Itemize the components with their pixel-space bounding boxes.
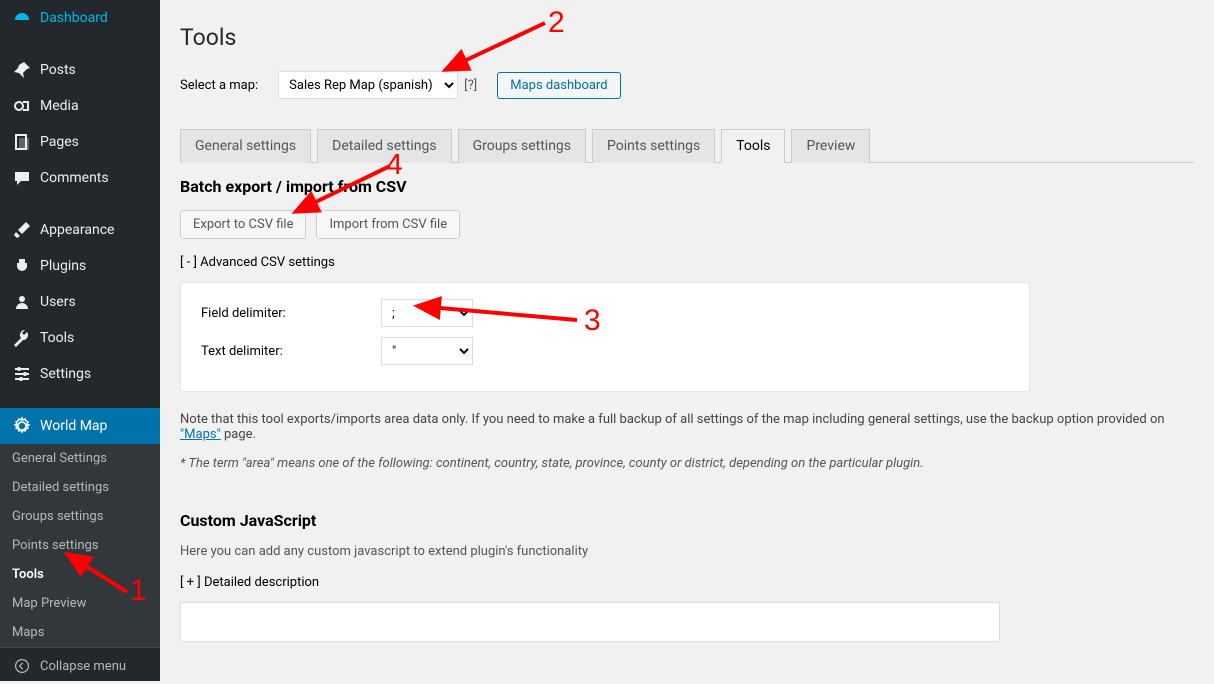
media-icon bbox=[12, 96, 32, 116]
collapse-icon bbox=[12, 656, 32, 676]
tab-tools[interactable]: Tools bbox=[721, 129, 785, 163]
sidebar-sub-groups-settings[interactable]: Groups settings bbox=[0, 502, 160, 531]
collapse-menu[interactable]: Collapse menu bbox=[0, 647, 160, 684]
sidebar-label: Posts bbox=[40, 62, 76, 78]
help-link[interactable]: [?] bbox=[464, 78, 477, 93]
custom-js-desc: Here you can add any custom javascript t… bbox=[180, 544, 1194, 559]
sidebar-label: Comments bbox=[40, 170, 109, 186]
text-delimiter-select[interactable]: " bbox=[381, 337, 473, 365]
sidebar-item-media[interactable]: Media bbox=[0, 88, 160, 124]
gear-icon bbox=[12, 416, 32, 436]
page-title: Tools bbox=[180, 24, 1194, 51]
export-csv-button[interactable]: Export to CSV file bbox=[180, 210, 306, 239]
detailed-description-toggle[interactable]: [ + ] Detailed description bbox=[180, 575, 1194, 590]
sidebar-item-plugins[interactable]: Plugins bbox=[0, 248, 160, 284]
comment-icon bbox=[12, 168, 32, 188]
map-select[interactable]: Sales Rep Map (spanish) bbox=[278, 71, 458, 99]
tab-groups-settings[interactable]: Groups settings bbox=[458, 129, 586, 163]
sidebar-item-settings[interactable]: Settings bbox=[0, 356, 160, 392]
text-delimiter-label: Text delimiter: bbox=[201, 344, 381, 359]
plug-icon bbox=[12, 256, 32, 276]
sidebar-item-tools[interactable]: Tools bbox=[0, 320, 160, 356]
pages-icon bbox=[12, 132, 32, 152]
sidebar-label: World Map bbox=[40, 418, 107, 434]
csv-settings-box: Field delimiter: ; Text delimiter: " bbox=[180, 282, 1030, 392]
field-delimiter-select[interactable]: ; bbox=[381, 299, 473, 327]
collapse-label: Collapse menu bbox=[40, 659, 126, 674]
batch-title: Batch export / import from CSV bbox=[180, 177, 1194, 196]
maps-dashboard-button[interactable]: Maps dashboard bbox=[497, 72, 620, 99]
sidebar-label: Tools bbox=[40, 330, 74, 346]
sidebar-label: Appearance bbox=[40, 222, 114, 238]
field-delimiter-label: Field delimiter: bbox=[201, 306, 381, 321]
dashboard-icon bbox=[12, 8, 32, 28]
export-note: Note that this tool exports/imports area… bbox=[180, 412, 1194, 442]
sliders-icon bbox=[12, 364, 32, 384]
custom-js-title: Custom JavaScript bbox=[180, 511, 1194, 530]
sidebar-sub-maps[interactable]: Maps bbox=[0, 618, 160, 647]
sidebar-sub-general-settings[interactable]: General Settings bbox=[0, 444, 160, 473]
sidebar-label: Pages bbox=[40, 134, 79, 150]
advanced-csv-toggle[interactable]: [ - ] Advanced CSV settings bbox=[180, 255, 1194, 270]
sidebar-label: Media bbox=[40, 98, 79, 114]
sidebar-item-world-map[interactable]: World Map bbox=[0, 408, 160, 444]
tab-general-settings[interactable]: General settings bbox=[180, 129, 311, 163]
custom-js-textarea[interactable] bbox=[180, 602, 1000, 642]
maps-link[interactable]: "Maps" bbox=[180, 427, 221, 442]
pin-icon bbox=[12, 60, 32, 80]
sidebar-sub-map-preview[interactable]: Map Preview bbox=[0, 589, 160, 618]
sidebar-label: Dashboard bbox=[40, 10, 108, 26]
tab-points-settings[interactable]: Points settings bbox=[592, 129, 715, 163]
sidebar-sub-detailed-settings[interactable]: Detailed settings bbox=[0, 473, 160, 502]
sidebar-item-posts[interactable]: Posts bbox=[0, 52, 160, 88]
wrench-icon bbox=[12, 328, 32, 348]
sidebar-label: Users bbox=[40, 294, 76, 310]
select-map-label: Select a map: bbox=[180, 78, 258, 93]
user-icon bbox=[12, 292, 32, 312]
sidebar-sub-tools[interactable]: Tools bbox=[0, 560, 160, 589]
tab-preview[interactable]: Preview bbox=[791, 129, 870, 163]
area-note: * The term "area" means one of the follo… bbox=[180, 456, 1194, 471]
sidebar-item-dashboard[interactable]: Dashboard bbox=[0, 0, 160, 36]
import-csv-button[interactable]: Import from CSV file bbox=[316, 210, 460, 239]
sidebar-item-appearance[interactable]: Appearance bbox=[0, 212, 160, 248]
sidebar-label: Plugins bbox=[40, 258, 86, 274]
tab-detailed-settings[interactable]: Detailed settings bbox=[317, 129, 451, 163]
sidebar-sub-points-settings[interactable]: Points settings bbox=[0, 531, 160, 560]
tabs: General settings Detailed settings Group… bbox=[180, 129, 1194, 163]
sidebar-label: Settings bbox=[40, 366, 91, 382]
sidebar-item-users[interactable]: Users bbox=[0, 284, 160, 320]
sidebar-item-pages[interactable]: Pages bbox=[0, 124, 160, 160]
sidebar-item-comments[interactable]: Comments bbox=[0, 160, 160, 196]
brush-icon bbox=[12, 220, 32, 240]
